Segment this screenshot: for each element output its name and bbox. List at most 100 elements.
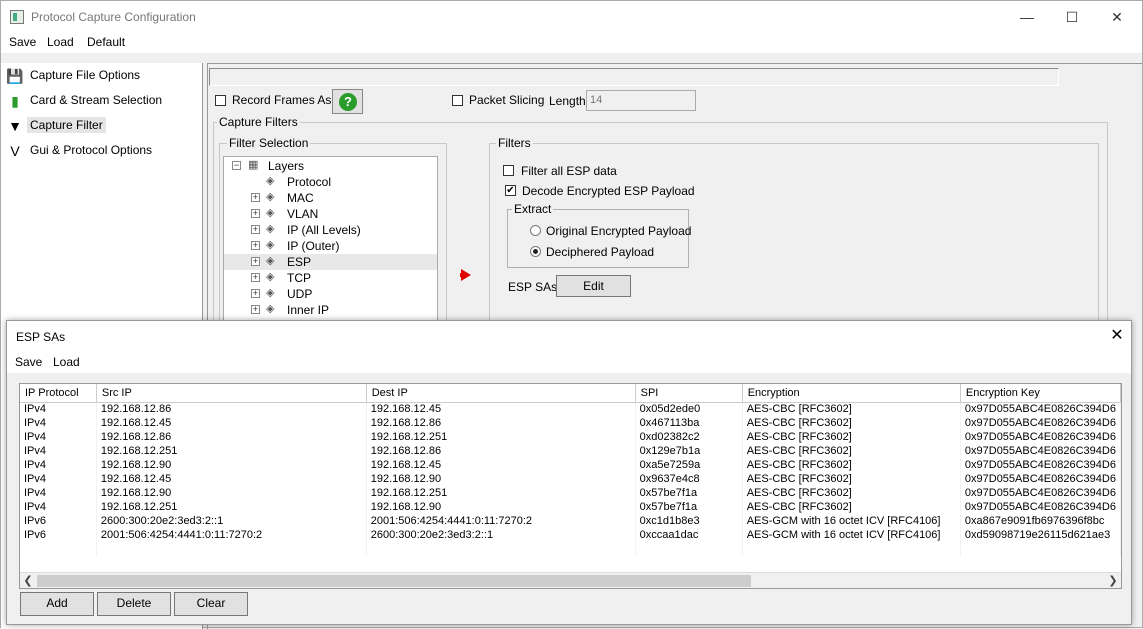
tree-item-protocol[interactable]: ◈ Protocol	[224, 174, 437, 190]
expand-icon[interactable]: +	[251, 209, 260, 218]
cell: 192.168.12.45	[96, 416, 367, 430]
cell: 0x57be7f1a	[635, 500, 743, 514]
packet-slicing-checkbox[interactable]	[452, 95, 463, 106]
table-row[interactable]: IPv6 2001:506:4254:4441:0:11:7270:2 2600:3…	[20, 528, 1121, 542]
minimize-icon[interactable]: —	[1012, 7, 1042, 27]
layer-stack-icon: ◈	[266, 303, 275, 315]
edit-button[interactable]: Edit	[556, 275, 631, 297]
cell: 192.168.12.86	[366, 444, 636, 458]
tree-item-ip-outer[interactable]: + ◈ IP (Outer)	[224, 238, 437, 254]
cell: 2600:300:20e2:3ed3:2::1	[366, 528, 636, 542]
original-payload-label: Original Encrypted Payload	[546, 224, 692, 238]
horizontal-scrollbar[interactable]: ❮ ❯	[20, 572, 1121, 588]
tree-label: VLAN	[287, 207, 319, 221]
expand-icon[interactable]: +	[251, 225, 260, 234]
sidebar-item-gui-protocol-options[interactable]: V Gui & Protocol Options	[3, 139, 199, 162]
expand-icon[interactable]: +	[251, 257, 260, 266]
tree-item-esp[interactable]: + ◈ ESP	[224, 254, 437, 270]
scroll-right-icon[interactable]: ❯	[1105, 573, 1121, 589]
layer-stack-icon: ◈	[266, 271, 275, 283]
table-row[interactable]: IPv4 192.168.12.90 192.168.12.251 0x57be7f1…	[20, 486, 1121, 500]
cell: 192.168.12.45	[366, 458, 636, 472]
tree-item-ip-all-levels[interactable]: + ◈ IP (All Levels)	[224, 222, 437, 238]
filter-all-esp-checkbox[interactable]	[503, 165, 514, 176]
scroll-left-icon[interactable]: ❮	[20, 573, 36, 589]
esp-sa-table[interactable]: IP Protocol Src IP Dest IP SPI Encryptio…	[19, 383, 1122, 589]
length-label: Length	[549, 94, 586, 108]
cell: 0x467113ba	[635, 416, 743, 430]
sidebar-item-capture-file-options[interactable]: 💾 Capture File Options	[3, 64, 199, 87]
esp-sas-label: ESP SAs	[508, 280, 558, 294]
cell: IPv4	[20, 458, 97, 472]
record-frames-checkbox[interactable]	[215, 95, 226, 106]
expand-icon[interactable]: +	[251, 289, 260, 298]
cell: IPv4	[20, 486, 97, 500]
menu-save[interactable]: Save	[9, 35, 36, 49]
menu-default[interactable]: Default	[87, 35, 125, 49]
tree-item-mac[interactable]: + ◈ MAC	[224, 190, 437, 206]
layer-stack-icon: ◈	[266, 287, 275, 299]
dialog-menu-load[interactable]: Load	[53, 355, 80, 369]
column-header-src-ip[interactable]: Src IP	[96, 384, 367, 403]
close-icon[interactable]: ✕	[1102, 7, 1132, 27]
filters-title: Filters	[496, 136, 533, 150]
cell: 192.168.12.45	[96, 472, 367, 486]
column-header-encryption-key[interactable]: Encryption Key	[960, 384, 1121, 403]
table-row[interactable]: IPv4 192.168.12.251 192.168.12.90 0x57be7f1…	[20, 500, 1121, 514]
length-input[interactable]: 14	[586, 90, 696, 111]
sidebar-item-card-stream-selection[interactable]: ▮ Card & Stream Selection	[3, 89, 199, 112]
sidebar-item-capture-filter[interactable]: ▼ Capture Filter	[3, 114, 199, 137]
table-row[interactable]: IPv4 192.168.12.45 192.168.12.86 0x467113ba…	[20, 416, 1121, 430]
dialog-title-bar: ESP SAs ✕	[7, 321, 1131, 351]
cell: 0xc1d1b8e3	[635, 514, 743, 528]
deciphered-payload-radio[interactable]	[530, 246, 541, 257]
table-row[interactable]: IPv6 2600:300:20e2:3ed3:2::1 2001:506:4254…	[20, 514, 1121, 528]
table-row-empty[interactable]	[20, 542, 1121, 556]
cell: 0xd02382c2	[635, 430, 743, 444]
menu-load[interactable]: Load	[47, 35, 74, 49]
expand-icon[interactable]: +	[251, 241, 260, 250]
tree-item-inner-ip[interactable]: + ◈ Inner IP	[224, 302, 437, 318]
cell: IPv4	[20, 472, 97, 486]
expand-icon[interactable]: +	[251, 273, 260, 282]
cell: 0x05d2ede0	[635, 402, 743, 416]
delete-button[interactable]: Delete	[97, 592, 171, 616]
cell: AES-CBC [RFC3602]	[742, 458, 961, 472]
help-button[interactable]: ?	[332, 89, 363, 114]
table-row[interactable]: IPv4 192.168.12.86 192.168.12.45 0x05d2ede0…	[20, 402, 1121, 416]
column-header-ip-protocol[interactable]: IP Protocol	[20, 384, 97, 403]
cell: 0x97D055ABC4E0826C394D6	[960, 430, 1121, 444]
cell: AES-GCM with 16 octet ICV [RFC4106]	[742, 514, 961, 528]
table-row[interactable]: IPv4 192.168.12.86 192.168.12.251 0xd02382c…	[20, 430, 1121, 444]
table-row[interactable]: IPv4 192.168.12.45 192.168.12.90 0x9637e4c8…	[20, 472, 1121, 486]
decode-encrypted-checkbox[interactable]: ✔	[505, 185, 516, 196]
dialog-menu-save[interactable]: Save	[15, 355, 42, 369]
tree-root-layers[interactable]: − ▦ Layers	[224, 158, 437, 174]
scroll-thumb[interactable]	[37, 575, 751, 587]
close-icon[interactable]: ✕	[1107, 326, 1127, 346]
table-row[interactable]: IPv4 192.168.12.251 192.168.12.86 0x129e7b1…	[20, 444, 1121, 458]
expand-icon[interactable]: +	[251, 305, 260, 314]
cell: 0x97D055ABC4E0826C394D6	[960, 486, 1121, 500]
filter-selection-title: Filter Selection	[227, 136, 311, 150]
extract-group	[507, 209, 689, 268]
collapse-icon[interactable]: −	[232, 161, 241, 170]
cell: 192.168.12.251	[366, 430, 636, 444]
tree-item-vlan[interactable]: + ◈ VLAN	[224, 206, 437, 222]
table-row[interactable]: IPv4 192.168.12.90 192.168.12.45 0xa5e7259a…	[20, 458, 1121, 472]
column-header-spi[interactable]: SPI	[635, 384, 743, 403]
clear-button[interactable]: Clear	[174, 592, 248, 616]
original-payload-radio[interactable]	[530, 225, 541, 236]
column-header-dest-ip[interactable]: Dest IP	[366, 384, 636, 403]
column-header-encryption[interactable]: Encryption	[742, 384, 961, 403]
cell: AES-CBC [RFC3602]	[742, 500, 961, 514]
expand-icon[interactable]: +	[251, 193, 260, 202]
add-button[interactable]: Add	[20, 592, 94, 616]
layers-tree[interactable]: − ▦ Layers ◈ Protocol + ◈ MAC + ◈ VLAN +…	[223, 156, 438, 328]
maximize-icon[interactable]: ☐	[1057, 7, 1087, 27]
tree-item-tcp[interactable]: + ◈ TCP	[224, 270, 437, 286]
extract-title: Extract	[512, 202, 554, 216]
funnel-icon: ▼	[8, 118, 22, 134]
tree-item-udp[interactable]: + ◈ UDP	[224, 286, 437, 302]
cell: 192.168.12.90	[366, 500, 636, 514]
